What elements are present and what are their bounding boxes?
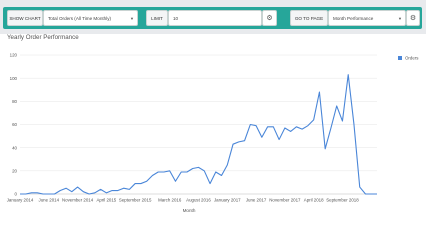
legend-swatch <box>398 56 402 60</box>
x-tick-label: September 2018 <box>326 198 359 203</box>
x-tick-label: September 2015 <box>119 198 152 203</box>
y-axis-ticks: 0 20 40 60 80 100 120 <box>10 53 18 197</box>
x-tick-label: August 2016 <box>186 198 211 203</box>
x-tick-label: November 2017 <box>269 198 301 203</box>
x-tick-label: March 2016 <box>158 198 182 203</box>
x-tick-label: January 2014 <box>7 198 34 203</box>
y-tick-label: 80 <box>12 99 17 104</box>
x-axis-ticks: January 2014 June 2014 November 2014 April … <box>7 198 360 203</box>
x-tick-label: January 2017 <box>214 198 241 203</box>
x-tick-label: November 2014 <box>62 198 94 203</box>
grid-lines <box>20 54 377 195</box>
y-tick-label: 20 <box>12 168 17 173</box>
x-tick-label: April 2018 <box>304 198 324 203</box>
orders-series-line <box>20 74 377 195</box>
legend-label: Orders <box>405 56 419 61</box>
y-tick-label: 120 <box>10 53 18 58</box>
x-axis-label: Month <box>183 208 196 213</box>
y-tick-label: 0 <box>15 192 18 197</box>
y-tick-label: 40 <box>12 145 17 150</box>
x-tick-label: April 2015 <box>96 198 116 203</box>
x-tick-label: June 2017 <box>246 198 267 203</box>
line-chart: 020406080100120 January 2014 June 2014 Nov… <box>7 53 420 213</box>
y-tick-label: 100 <box>10 76 18 81</box>
x-tick-label: June 2014 <box>39 198 60 203</box>
y-tick-label: 60 <box>12 122 17 127</box>
